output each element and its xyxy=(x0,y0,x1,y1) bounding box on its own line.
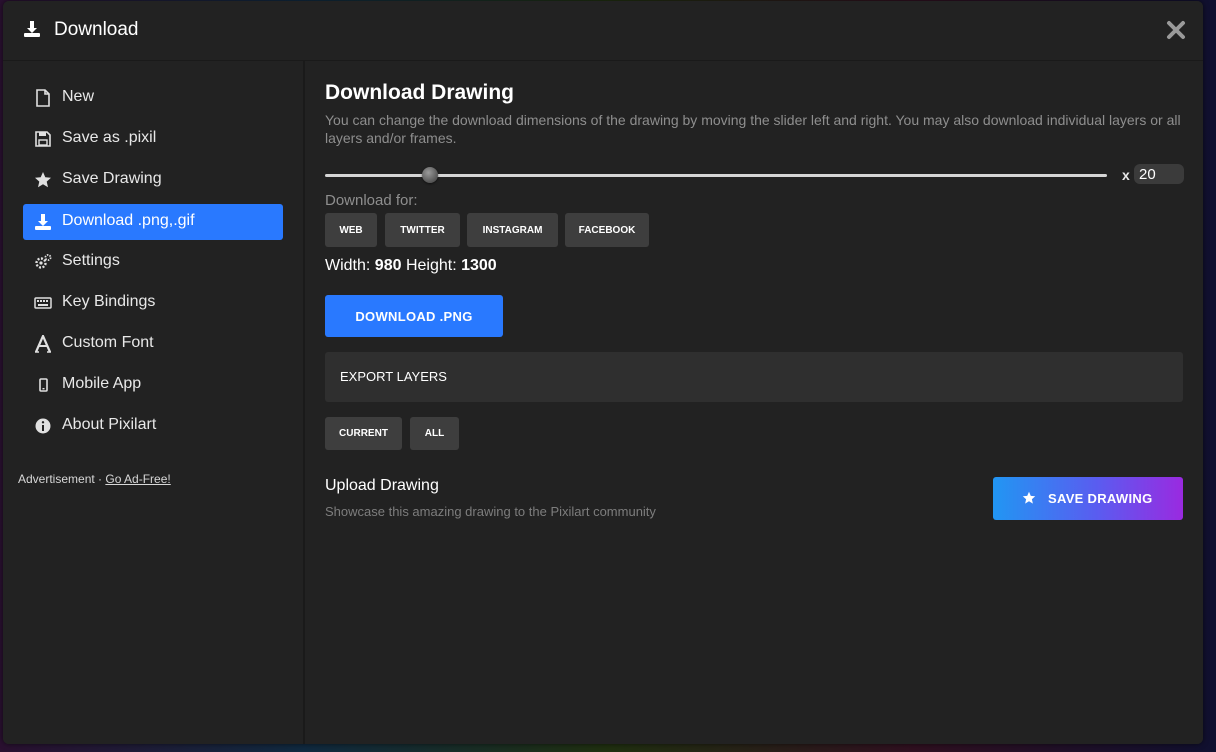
width-label: Width: xyxy=(325,257,371,274)
dimensions-readout: Width: 980 Height: 1300 xyxy=(325,257,497,275)
width-value: 980 xyxy=(374,257,402,274)
sidebar-item-label: New xyxy=(62,88,95,105)
page-title: Download Drawing xyxy=(325,81,514,104)
sidebar-item-mobile-app[interactable]: Mobile App xyxy=(23,367,283,403)
sidebar-item-download[interactable]: Download .png,.gif xyxy=(23,204,283,240)
download-for-label: Download for: xyxy=(325,192,418,209)
file-icon xyxy=(36,89,50,107)
sidebar-item-label: Mobile App xyxy=(62,375,142,392)
save-drawing-label: SAVE DRAWING xyxy=(1048,491,1153,506)
download-panel: Download Drawing You can change the down… xyxy=(305,61,1203,744)
sidebar-item-custom-font[interactable]: Custom Font xyxy=(23,326,283,362)
scale-prefix: x xyxy=(1122,167,1130,183)
sidebar: New Save as .pixil Save Drawing Download… xyxy=(3,61,305,744)
close-icon[interactable] xyxy=(1165,19,1187,41)
download-icon xyxy=(35,214,51,230)
star-icon xyxy=(1022,491,1036,504)
export-current-button[interactable]: CURRENT xyxy=(325,417,402,450)
sidebar-item-key-bindings[interactable]: Key Bindings xyxy=(23,285,283,321)
height-value: 1300 xyxy=(461,257,497,274)
keyboard-icon xyxy=(34,297,52,309)
download-description: You can change the download dimensions o… xyxy=(325,112,1181,146)
preset-twitter-button[interactable]: TWITTER xyxy=(385,213,460,247)
sidebar-item-label: Custom Font xyxy=(62,334,154,351)
star-icon xyxy=(35,172,51,188)
dialog-header: Download xyxy=(3,1,1203,61)
scale-input[interactable] xyxy=(1134,164,1184,184)
scale-slider-track[interactable] xyxy=(325,174,1107,177)
floppy-icon xyxy=(35,131,51,147)
download-dialog: Download New Save as .pixil Save Drawing… xyxy=(3,1,1203,744)
export-layers-label: EXPORT LAYERS xyxy=(340,369,447,384)
save-drawing-button[interactable]: SAVE DRAWING xyxy=(993,477,1183,520)
download-png-button[interactable]: DOWNLOAD .PNG xyxy=(325,295,503,337)
sidebar-item-label: About Pixilart xyxy=(62,416,157,433)
upload-description: Showcase this amazing drawing to the Pix… xyxy=(325,504,656,519)
sidebar-item-settings[interactable]: Settings xyxy=(23,244,283,280)
ad-notice: Advertisement · Go Ad-Free! xyxy=(18,472,171,486)
sidebar-item-about[interactable]: About Pixilart xyxy=(23,408,283,444)
sidebar-item-label: Settings xyxy=(62,252,120,269)
gears-icon xyxy=(35,254,52,269)
sidebar-item-label: Save Drawing xyxy=(62,170,162,187)
info-icon xyxy=(35,418,51,434)
font-icon xyxy=(34,335,52,353)
dialog-title: Download xyxy=(54,19,139,40)
go-ad-free-link[interactable]: Go Ad-Free! xyxy=(105,472,170,486)
sidebar-item-label: Save as .pixil xyxy=(62,129,157,146)
download-icon xyxy=(24,21,40,37)
preset-instagram-button[interactable]: INSTAGRAM xyxy=(467,213,558,247)
sidebar-item-save-pixil[interactable]: Save as .pixil xyxy=(23,121,283,157)
sidebar-item-label: Key Bindings xyxy=(62,293,156,310)
height-label: Height: xyxy=(405,257,457,274)
mobile-icon xyxy=(39,378,48,392)
export-all-button[interactable]: ALL xyxy=(410,417,459,450)
preset-web-button[interactable]: WEB xyxy=(325,213,377,247)
sidebar-item-save-drawing[interactable]: Save Drawing xyxy=(23,162,283,198)
scale-slider-handle[interactable] xyxy=(421,167,438,183)
ad-text: Advertisement · xyxy=(18,472,106,486)
upload-title: Upload Drawing xyxy=(325,477,439,494)
sidebar-item-label: Download .png,.gif xyxy=(62,212,195,229)
preset-facebook-button[interactable]: FACEBOOK xyxy=(565,213,649,247)
sidebar-item-new[interactable]: New xyxy=(23,80,283,116)
export-layers-panel[interactable]: EXPORT LAYERS xyxy=(325,352,1183,402)
